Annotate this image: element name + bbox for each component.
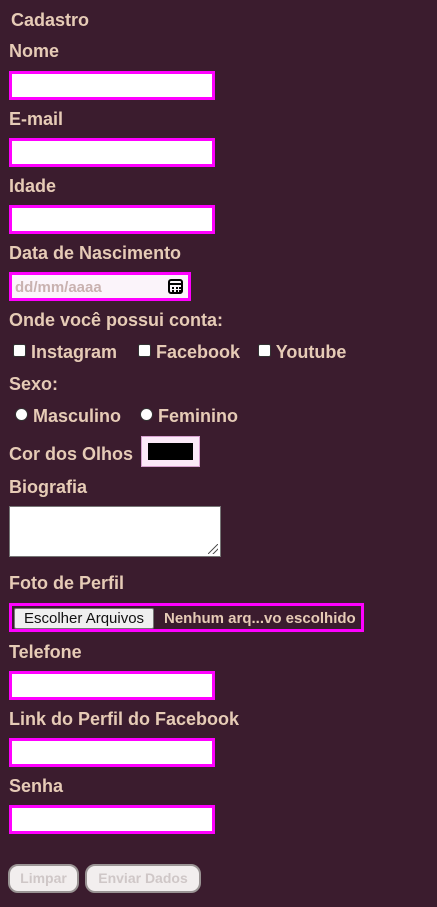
account-option-facebook[interactable]: Facebook (138, 342, 240, 362)
sex-option-female[interactable]: Feminino (140, 406, 238, 426)
male-label: Masculino (33, 406, 122, 426)
clear-button[interactable]: Limpar (8, 864, 79, 893)
bio-textarea[interactable] (9, 506, 221, 557)
sex-option-male[interactable]: Masculino (15, 406, 121, 426)
instagram-checkbox[interactable] (13, 344, 26, 357)
male-radio[interactable] (15, 408, 28, 421)
facebook-label: Facebook (156, 342, 241, 362)
youtube-checkbox[interactable] (258, 344, 271, 357)
account-option-youtube[interactable]: Youtube (258, 342, 346, 362)
calendar-icon[interactable] (168, 279, 183, 294)
email-label: E-mail (9, 109, 64, 129)
facebook-checkbox[interactable] (138, 344, 151, 357)
instagram-label: Instagram (31, 342, 118, 362)
facebook-link-label: Link do Perfil do Facebook (9, 709, 240, 729)
birthdate-input[interactable]: dd/mm/aaaa (9, 272, 191, 301)
female-radio[interactable] (140, 408, 153, 421)
file-status-text: Nenhum arq...vo escolhido (164, 610, 356, 627)
accounts-label: Onde você possui conta: (9, 310, 224, 330)
birthdate-placeholder: dd/mm/aaaa (15, 279, 102, 296)
name-input[interactable] (9, 71, 215, 100)
female-label: Feminino (158, 406, 239, 426)
password-input[interactable] (9, 805, 215, 834)
choose-files-button[interactable]: Escolher Arquivos (14, 608, 155, 629)
photo-file-input[interactable]: Escolher Arquivos Nenhum arq...vo escolh… (9, 603, 364, 632)
page-title: Cadastro (11, 10, 90, 30)
password-label: Senha (9, 776, 64, 796)
resize-handle-icon[interactable] (208, 544, 218, 554)
bio-label: Biografia (9, 477, 88, 497)
phone-input[interactable] (9, 671, 215, 700)
youtube-label: Youtube (275, 342, 347, 362)
color-swatch (148, 443, 193, 460)
eye-color-picker[interactable] (141, 436, 200, 467)
age-input[interactable] (9, 205, 215, 234)
eye-color-label: Cor dos Olhos (9, 444, 134, 464)
facebook-link-input[interactable] (9, 738, 215, 767)
age-label: Idade (9, 176, 57, 196)
name-label: Nome (9, 41, 60, 61)
account-option-instagram[interactable]: Instagram (13, 342, 117, 362)
sex-label: Sexo: (9, 374, 59, 394)
submit-button[interactable]: Enviar Dados (85, 864, 201, 893)
email-input[interactable] (9, 138, 215, 167)
phone-label: Telefone (9, 642, 82, 662)
photo-label: Foto de Perfil (9, 573, 125, 593)
birthdate-label: Data de Nascimento (9, 243, 182, 263)
